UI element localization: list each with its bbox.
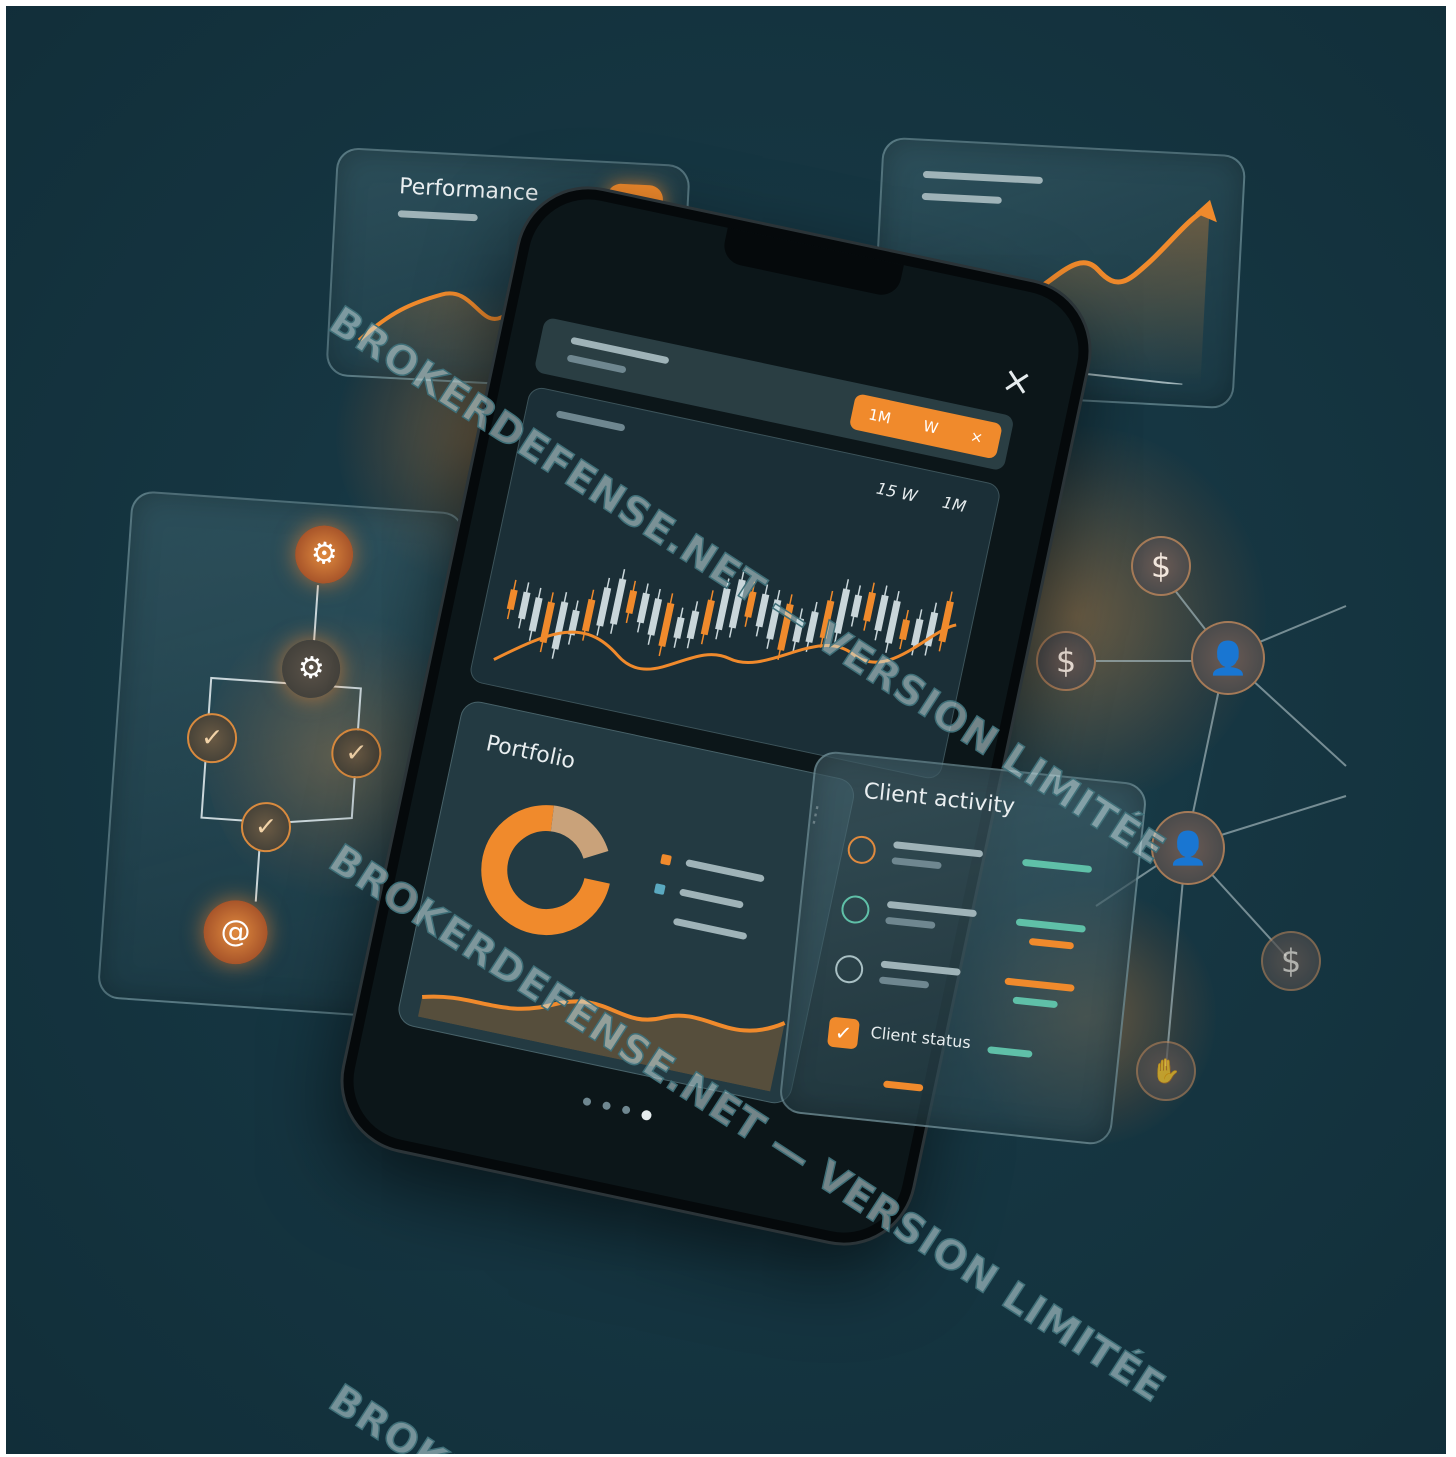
candle-body bbox=[686, 610, 700, 640]
page-indicator[interactable] bbox=[582, 1096, 653, 1122]
candle-body bbox=[551, 601, 569, 650]
candle-body bbox=[518, 591, 531, 620]
timeframe-pill-group: 1M W × bbox=[848, 393, 1003, 460]
candle-body bbox=[636, 592, 650, 624]
client-status-label: Client status bbox=[869, 1022, 972, 1053]
candle-body bbox=[673, 616, 685, 639]
timeframe-1m[interactable]: 1M bbox=[941, 493, 968, 517]
activity-row bbox=[839, 890, 1102, 957]
candle-body bbox=[850, 594, 863, 618]
dollar-icon: $ bbox=[1036, 631, 1096, 691]
candle-body bbox=[596, 587, 612, 627]
close-icon[interactable]: × bbox=[998, 359, 1036, 405]
candle-body bbox=[581, 598, 596, 632]
pill-w[interactable]: W bbox=[922, 417, 940, 438]
candle-body bbox=[609, 578, 627, 625]
dollar-icon: $ bbox=[1131, 536, 1191, 596]
candle-body bbox=[899, 619, 911, 641]
timeframe-15w[interactable]: 15 W bbox=[875, 479, 919, 506]
activity-row bbox=[833, 950, 1096, 1017]
portfolio-title: Portfolio bbox=[483, 731, 578, 775]
activity-row bbox=[845, 831, 1108, 898]
candle-body bbox=[647, 598, 663, 636]
candle-body bbox=[938, 600, 954, 643]
scene-background: Performance D bbox=[6, 6, 1446, 1454]
candle-body bbox=[625, 590, 638, 614]
candle-body bbox=[700, 599, 715, 636]
client-status-checkbox[interactable]: ✓ bbox=[826, 1016, 860, 1050]
client-activity-title: Client activity bbox=[862, 778, 1017, 820]
handshake-icon: ✋ bbox=[1136, 1041, 1196, 1101]
pill-close[interactable]: × bbox=[969, 427, 985, 447]
candle-body bbox=[874, 594, 889, 632]
candle-body bbox=[885, 600, 901, 644]
user-icon: 👤 bbox=[1191, 621, 1265, 695]
dollar-icon: $ bbox=[1261, 931, 1321, 991]
candle-body bbox=[528, 597, 543, 632]
candle-body bbox=[506, 589, 518, 611]
candle-body bbox=[863, 591, 877, 622]
pill-1m[interactable]: 1M bbox=[867, 405, 893, 427]
candle-body bbox=[658, 602, 675, 648]
